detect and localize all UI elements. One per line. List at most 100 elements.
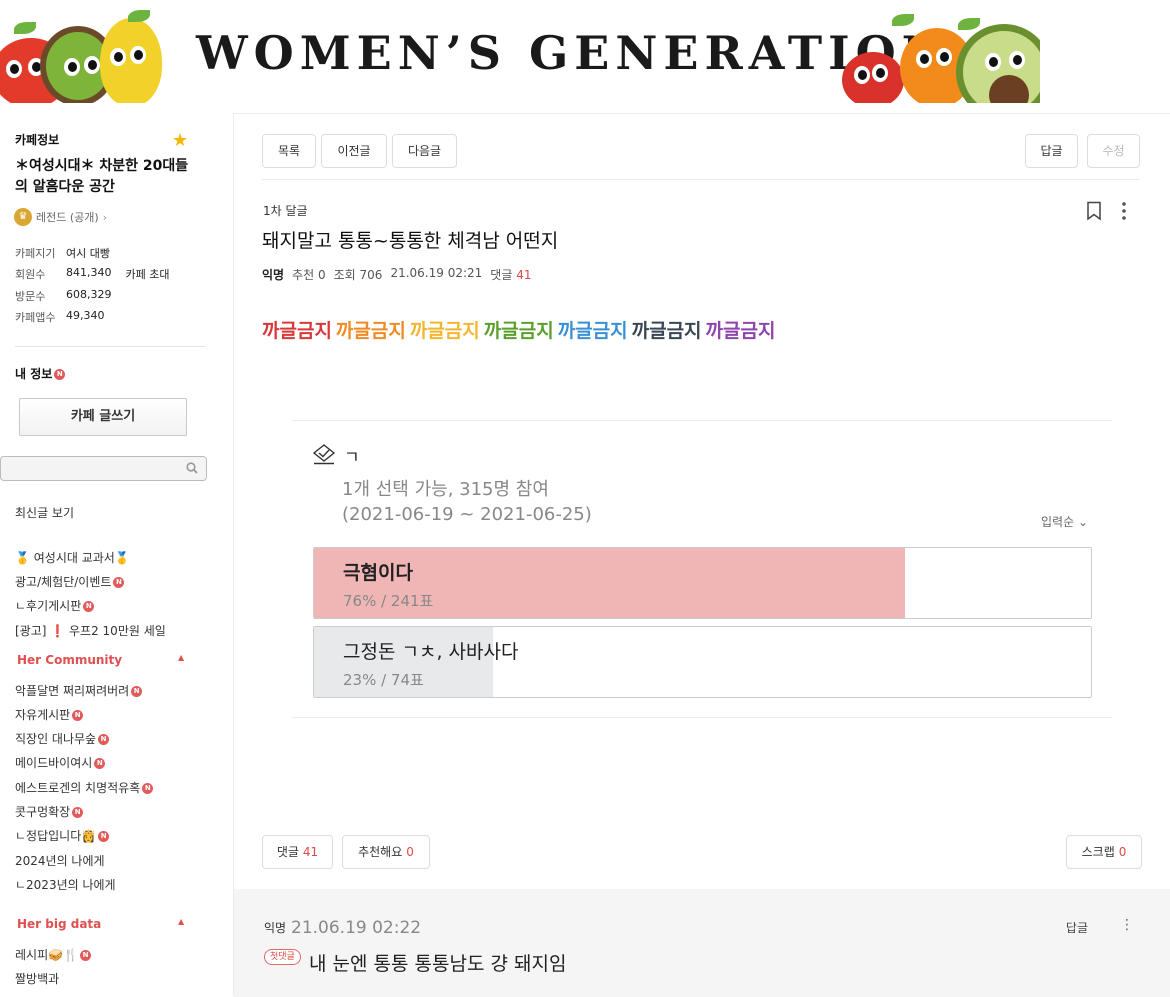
poll-option-result: 23% / 74표 [343, 671, 424, 689]
poll-question: ㄱ [344, 448, 360, 468]
next-post-button[interactable]: 다음글 [392, 134, 457, 168]
favorite-star-icon[interactable]: ★ [172, 130, 188, 151]
rainbow-word: 까글금지 [557, 320, 628, 342]
poll-period: (2021-06-19 ~ 2021-06-25) [342, 504, 592, 525]
sidebar-item-community[interactable]: 에스트로겐의 치명적유혹 N [15, 779, 154, 796]
sidebar-item-label: ㄴ후기게시판 [15, 599, 82, 613]
comment-item: 익명 21.06.19 02:22 답글 ⋮ 첫댓글 내 눈엔 통통 통통남도 … [234, 889, 1170, 997]
recommend-button[interactable]: 추천해요 0 [342, 835, 430, 869]
comment-text: 내 눈엔 통통 통통남도 걍 돼지임 [309, 953, 567, 975]
new-badge-icon: N [54, 369, 66, 380]
sidebar-item-ads[interactable]: 광고/체험단/이벤트 N [15, 573, 125, 590]
stat-visits: 방문수 608,329 [15, 288, 112, 304]
poll-option[interactable]: 그정돈 ㄱㅊ, 사바사다 23% / 74표 [313, 626, 1092, 698]
list-button[interactable]: 목록 [262, 134, 316, 168]
cherry-illustration [842, 52, 904, 103]
sidebar-item-label: 광고/체험단/이벤트 [15, 575, 112, 589]
recent-posts-link[interactable]: 최신글 보기 [15, 504, 74, 521]
post-author[interactable]: 익명 [262, 266, 284, 283]
group-her-big-data[interactable]: Her big data [17, 917, 101, 931]
new-badge-icon: N [94, 758, 106, 769]
sidebar-item-community[interactable]: 메이드바이여시 N [15, 754, 106, 771]
sidebar-item-label: 직장인 대나무숲 [15, 732, 97, 746]
new-badge-icon: N [83, 601, 95, 612]
board-name-link[interactable]: 1차 달글 [263, 202, 308, 219]
cafe-rank[interactable]: ♛ 레전드 (공개) › [14, 208, 107, 226]
stat-key: 카페앱수 [15, 311, 56, 324]
cafe-info-title: 카페정보 [15, 133, 60, 147]
stat-value[interactable]: 여시 대빵 [66, 245, 110, 261]
sidebar-item-label: ㄴ정답입니다👸 [15, 829, 97, 843]
new-badge-icon: N [131, 686, 143, 697]
prev-post-button[interactable]: 이전글 [321, 134, 387, 168]
scrap-button-label: 스크랩 [1081, 845, 1115, 859]
rainbow-word: 까글금지 [409, 320, 480, 342]
comment-author[interactable]: 익명 [264, 919, 286, 936]
poll-sort-label: 입력순 [1040, 515, 1075, 529]
stat-members: 회원수 841,340 카페 초대 [15, 266, 169, 282]
comment-reply-button[interactable]: 답글 [1066, 919, 1088, 936]
post-body-text: 까글금지 까글금지 까글금지 까글금지 까글금지 까글금지 까글금지 [262, 316, 779, 343]
poll-option[interactable]: 극혐이다 76% / 241표 [313, 547, 1092, 619]
comments-button-label: 댓글 [276, 845, 299, 859]
post-title: 돼지말고 통통~통통한 체격남 어떤지 [262, 230, 559, 252]
sidebar-item-community[interactable]: 2024년의 나에게 [15, 852, 105, 869]
new-badge-icon: N [80, 950, 92, 961]
comments-label: 댓글 [490, 268, 513, 282]
sidebar-item-community[interactable]: 콧구멍확장 N [15, 803, 84, 820]
rainbow-word: 까글금지 [705, 320, 776, 342]
poll-sort-dropdown[interactable]: 입력순 ⌄ [1041, 513, 1088, 530]
divider [262, 179, 1140, 180]
sidebar-item-label: 에스트로겐의 치명적유혹 [15, 781, 141, 795]
scrap-button-count: 0 [1118, 845, 1127, 859]
sidebar-item-label: 레시피🥪🍴 [15, 948, 79, 962]
reply-button[interactable]: 답글 [1025, 134, 1078, 168]
my-info-title[interactable]: 내 정보 N [15, 365, 66, 382]
post-comments[interactable]: 댓글 41 [490, 266, 531, 283]
sidebar-item-community[interactable]: 악플달면 쩌리쩌려버려 N [15, 682, 143, 699]
vote-check-icon [312, 444, 336, 465]
collapse-caret-icon[interactable]: ▲ [178, 917, 184, 926]
edit-button[interactable]: 수정 [1087, 134, 1140, 168]
cafe-banner[interactable]: WOMEN’S GENERATION [0, 0, 1040, 103]
comments-button[interactable]: 댓글 41 [262, 835, 333, 869]
stat-key: 카페지기 [15, 247, 56, 260]
scrap-button[interactable]: 스크랩 0 [1066, 835, 1142, 869]
chevron-down-icon: ⌄ [1077, 515, 1088, 529]
poll-option-label: 그정돈 ㄱㅊ, 사바사다 [343, 641, 519, 663]
comment-more-icon[interactable]: ⋮ [1120, 917, 1134, 933]
group-her-community[interactable]: Her Community [17, 653, 122, 667]
banner-title: WOMEN’S GENERATION [196, 26, 950, 80]
stat-manager: 카페지기 여시 대빵 [15, 245, 110, 261]
new-badge-icon: N [98, 831, 110, 842]
sidebar-item-reviews[interactable]: ㄴ후기게시판 N [15, 597, 95, 614]
sidebar-search-input[interactable] [0, 456, 207, 481]
bookmark-icon[interactable] [1086, 201, 1102, 221]
sidebar-item-memes[interactable]: 짤방백과 [15, 970, 59, 987]
new-badge-icon: N [142, 783, 154, 794]
comments-count: 41 [516, 268, 532, 282]
more-options-icon[interactable] [1120, 201, 1128, 221]
sidebar-item-ad-sale[interactable]: [광고] ❗ 우프2 10만원 세일 [15, 622, 166, 639]
collapse-caret-icon[interactable]: ▲ [178, 653, 184, 662]
leaf-illustration [128, 10, 150, 22]
stat-key: 방문수 [15, 290, 46, 303]
sidebar-item-community[interactable]: ㄴ2023년의 나에게 [15, 876, 116, 893]
stat-value: 49,340 [66, 309, 105, 322]
poll-option-label: 극혐이다 [343, 562, 413, 584]
sidebar-item-community[interactable]: ㄴ정답입니다👸 N [15, 827, 110, 844]
recommend-button-label: 추천해요 [358, 845, 403, 859]
new-badge-icon: N [98, 734, 110, 745]
cafe-invite-link[interactable]: 카페 초대 [126, 266, 170, 282]
stat-key: 회원수 [15, 268, 46, 281]
new-badge-icon: N [72, 807, 84, 818]
write-post-button[interactable]: 카페 글쓰기 [19, 398, 187, 436]
sidebar-item-textbook[interactable]: 🥇 여성시대 교과서🥇 [15, 549, 130, 566]
sidebar-item-community[interactable]: 직장인 대나무숲 N [15, 730, 110, 747]
post-meta: 익명 추천 0 조회 706 21.06.19 02:21 댓글 41 [262, 266, 531, 283]
search-icon[interactable] [186, 462, 198, 474]
recommend-button-count: 0 [406, 845, 414, 859]
sidebar-item-community[interactable]: 자유게시판 N [15, 706, 84, 723]
sidebar-item-label: 자유게시판 [15, 708, 71, 722]
sidebar-item-recipe[interactable]: 레시피🥪🍴 N [15, 946, 92, 963]
